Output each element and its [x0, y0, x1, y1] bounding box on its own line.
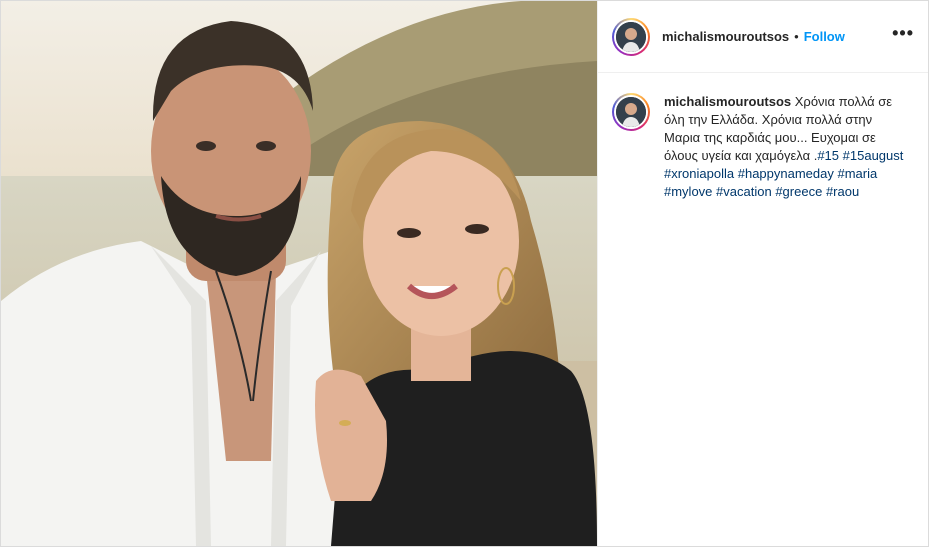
caption-username[interactable]: michalismouroutsos — [664, 94, 791, 109]
avatar-frame — [614, 19, 648, 54]
caption-avatar-image — [616, 97, 646, 127]
hashtag[interactable]: #mylove — [664, 184, 712, 199]
hashtag[interactable]: #greece — [775, 184, 822, 199]
hashtag[interactable]: #xroniapolla — [664, 166, 734, 181]
hashtag[interactable]: #happynameday — [738, 166, 834, 181]
post-side-panel: michalismouroutsos • Follow ••• michalis… — [597, 1, 928, 546]
caption-section: michalismouroutsos Χρόνια πολλά σε όλη τ… — [598, 73, 928, 201]
hashtag[interactable]: #15 — [817, 148, 839, 163]
post-photo[interactable] — [1, 1, 597, 546]
follow-button[interactable]: Follow — [804, 29, 845, 44]
more-options-icon[interactable]: ••• — [892, 24, 914, 46]
post-header: michalismouroutsos • Follow ••• — [598, 1, 928, 73]
caption-text: michalismouroutsos Χρόνια πολλά σε όλη τ… — [664, 93, 904, 201]
instagram-post: michalismouroutsos • Follow ••• michalis… — [0, 0, 929, 547]
avatar-image — [616, 21, 646, 52]
caption-avatar[interactable] — [612, 93, 650, 131]
avatar[interactable] — [612, 17, 650, 56]
caption-avatar-frame — [614, 95, 648, 129]
hashtag[interactable]: #maria — [838, 166, 878, 181]
hashtag[interactable]: #vacation — [716, 184, 772, 199]
hashtag[interactable]: #15august — [843, 148, 904, 163]
couple-photo — [1, 1, 597, 546]
username-link[interactable]: michalismouroutsos — [662, 29, 789, 44]
separator-dot: • — [794, 29, 799, 44]
hashtag[interactable]: #raou — [826, 184, 859, 199]
